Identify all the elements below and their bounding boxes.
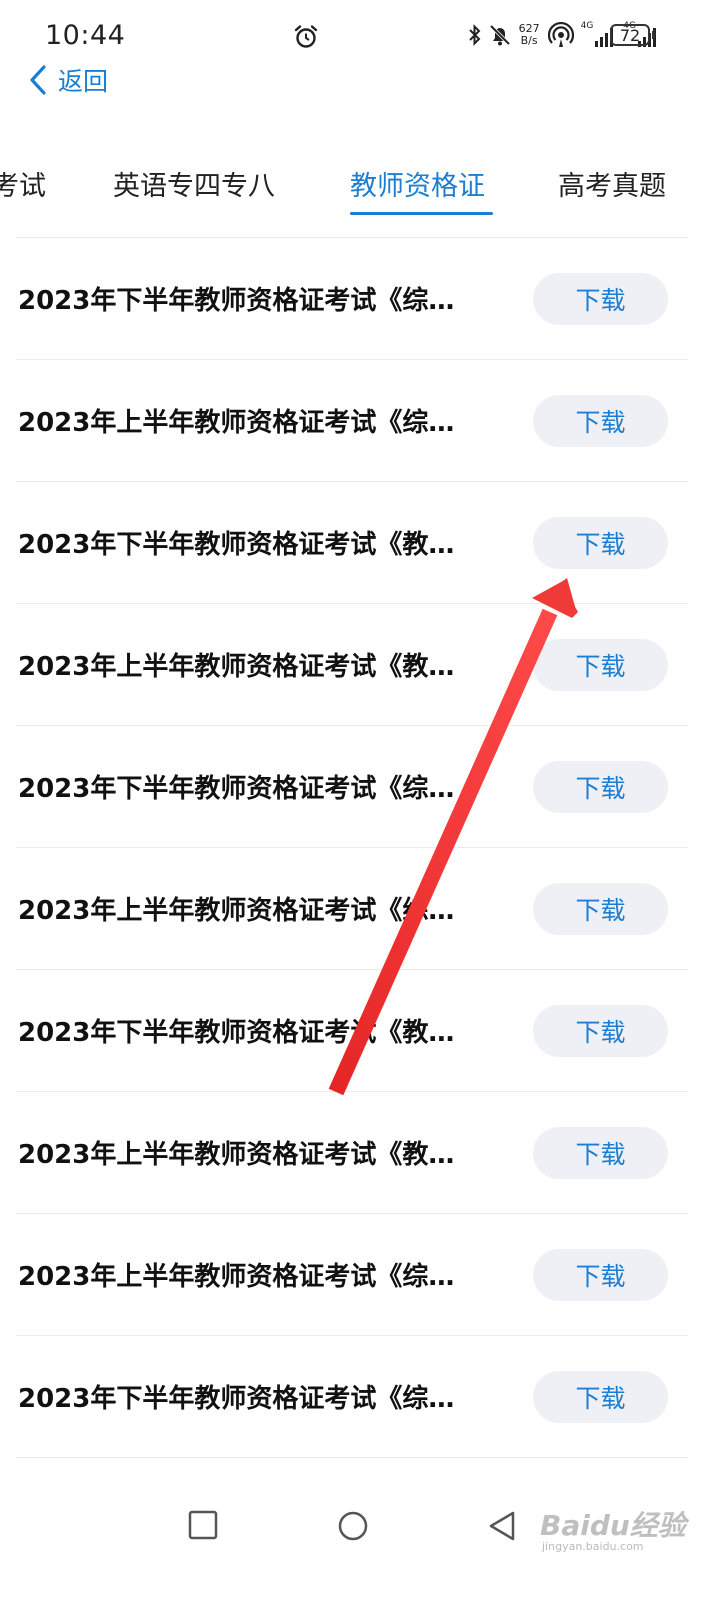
watermark-text: Baidu经验: [540, 1509, 686, 1542]
download-button[interactable]: 下载: [533, 883, 668, 935]
back-button[interactable]: 返回: [28, 60, 108, 100]
baidu-watermark: Baidu经验 jingyan.baidu.com: [540, 1494, 700, 1564]
list-item: 2023年下半年教师资格证考试《教… 下载: [16, 970, 688, 1092]
bluetooth-icon: [468, 24, 481, 46]
triangle-back-icon[interactable]: [487, 1510, 517, 1542]
circle-icon[interactable]: [337, 1510, 369, 1542]
battery-level: 72: [619, 25, 641, 45]
item-title: 2023年上半年教师资格证考试《综…: [18, 408, 455, 438]
list-item: 2023年下半年教师资格证考试《综… 下载: [16, 726, 688, 848]
category-tabs: 考试 英语专四专八 教师资格证 高考真题: [0, 150, 719, 230]
watermark-sub: jingyan.baidu.com: [542, 1540, 644, 1553]
back-label: 返回: [58, 67, 109, 96]
chevron-left-icon: [30, 65, 46, 95]
network-speed-unit: B/s: [520, 34, 538, 47]
download-button[interactable]: 下载: [533, 1371, 668, 1423]
download-button[interactable]: 下载: [533, 639, 668, 691]
item-title: 2023年上半年教师资格证考试《教…: [18, 1140, 455, 1170]
hotspot-icon: [547, 22, 574, 47]
battery-indicator: 72: [610, 24, 650, 46]
tab-exam[interactable]: 考试: [0, 164, 46, 203]
download-list: 2023年下半年教师资格证考试《综… 下载 2023年上半年教师资格证考试《综……: [0, 238, 719, 1458]
status-bar: 10:44 627 B/s 4G 4G 72: [0, 0, 719, 66]
signal-1-label: 4G: [580, 21, 594, 31]
active-tab-indicator: [350, 212, 493, 215]
square-icon[interactable]: [188, 1510, 218, 1540]
status-time: 10:44: [45, 20, 126, 51]
download-button[interactable]: 下载: [533, 517, 668, 569]
item-title: 2023年下半年教师资格证考试《综…: [18, 774, 455, 804]
list-item: 2023年上半年教师资格证考试《教… 下载: [16, 1092, 688, 1214]
alarm-clock-icon: [294, 25, 318, 48]
item-title: 2023年上半年教师资格证考试《综…: [18, 1262, 455, 1292]
download-button[interactable]: 下载: [533, 1249, 668, 1301]
bell-off-icon: [489, 24, 510, 46]
list-item: 2023年下半年教师资格证考试《综… 下载: [16, 238, 688, 360]
item-title: 2023年上半年教师资格证考试《教…: [18, 652, 455, 682]
item-title: 2023年下半年教师资格证考试《综…: [18, 286, 455, 316]
list-item: 2023年上半年教师资格证考试《综… 下载: [16, 360, 688, 482]
tab-gaokao-papers[interactable]: 高考真题: [558, 164, 666, 203]
download-button[interactable]: 下载: [533, 1005, 668, 1057]
list-item: 2023年上半年教师资格证考试《教… 下载: [16, 604, 688, 726]
item-title: 2023年上半年教师资格证考试《综…: [18, 896, 455, 926]
list-item: 2023年下半年教师资格证考试《综… 下载: [16, 1336, 688, 1458]
tab-teacher-certificate[interactable]: 教师资格证: [350, 164, 485, 203]
download-button[interactable]: 下载: [533, 395, 668, 447]
network-speed: 627 B/s: [519, 23, 540, 47]
download-button[interactable]: 下载: [533, 273, 668, 325]
list-item: 2023年下半年教师资格证考试《教… 下载: [16, 482, 688, 604]
download-button[interactable]: 下载: [533, 1127, 668, 1179]
item-title: 2023年下半年教师资格证考试《综…: [18, 1384, 455, 1414]
battery-tip: [652, 31, 655, 39]
download-button[interactable]: 下载: [533, 761, 668, 813]
list-item: 2023年上半年教师资格证考试《综… 下载: [16, 1214, 688, 1336]
item-title: 2023年下半年教师资格证考试《教…: [18, 1018, 455, 1048]
list-item: 2023年上半年教师资格证考试《综… 下载: [16, 848, 688, 970]
tab-english-tem[interactable]: 英语专四专八: [113, 164, 275, 203]
item-title: 2023年下半年教师资格证考试《教…: [18, 530, 455, 560]
